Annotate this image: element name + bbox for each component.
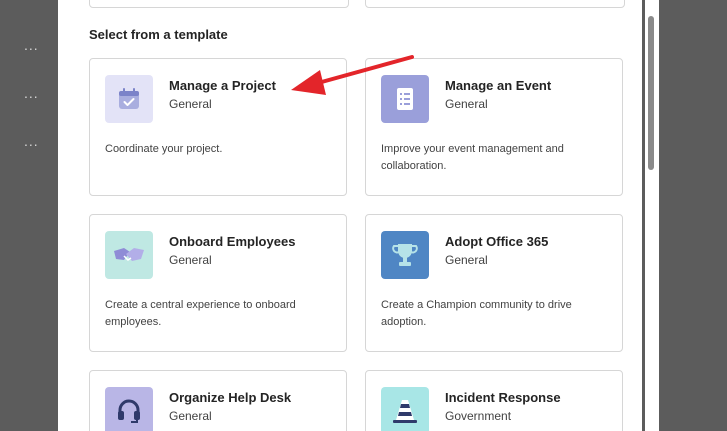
template-category: General: [445, 97, 488, 111]
template-title: Adopt Office 365: [445, 234, 549, 249]
template-category: General: [169, 409, 212, 423]
more-options-icon[interactable]: ...: [24, 38, 39, 52]
template-card-onboard-employees[interactable]: Onboard Employees General Create a centr…: [89, 214, 347, 352]
checklist-icon: [381, 75, 429, 123]
template-title: Manage a Project: [169, 78, 276, 93]
template-dialog: Select from a template Manage a Project …: [58, 0, 642, 431]
template-category: General: [169, 97, 212, 111]
template-title: Onboard Employees: [169, 234, 296, 249]
template-description: Create a central experience to onboard e…: [105, 299, 296, 328]
traffic-cone-icon: [381, 387, 429, 431]
template-card-manage-event[interactable]: Manage an Event General Improve your eve…: [365, 58, 623, 196]
template-description: Coordinate your project.: [105, 143, 223, 155]
template-card-adopt-office-365[interactable]: Adopt Office 365 General Create a Champi…: [365, 214, 623, 352]
section-title: Select from a template: [89, 27, 228, 42]
template-card-manage-project[interactable]: Manage a Project General Coordinate your…: [89, 58, 347, 196]
more-options-icon[interactable]: ...: [24, 134, 39, 148]
headset-icon: [105, 387, 153, 431]
handshake-icon: [105, 231, 153, 279]
template-category: General: [445, 253, 488, 267]
calendar-check-icon: [105, 75, 153, 123]
template-category: General: [169, 253, 212, 267]
trophy-icon: [381, 231, 429, 279]
template-card-organize-help-desk[interactable]: Organize Help Desk General: [89, 370, 347, 431]
template-title: Incident Response: [445, 390, 561, 405]
template-title: Organize Help Desk: [169, 390, 292, 405]
template-description: Create a Champion community to drive ado…: [381, 299, 572, 328]
template-card-partial[interactable]: [365, 0, 625, 8]
scrollbar-thumb[interactable]: [648, 16, 654, 170]
template-category: Government: [445, 409, 512, 423]
template-title: Manage an Event: [445, 78, 552, 93]
template-description: Improve your event management and collab…: [381, 143, 564, 172]
more-options-icon[interactable]: ...: [24, 86, 39, 100]
template-card-incident-response[interactable]: Incident Response Government: [365, 370, 623, 431]
template-card-partial[interactable]: [89, 0, 349, 8]
